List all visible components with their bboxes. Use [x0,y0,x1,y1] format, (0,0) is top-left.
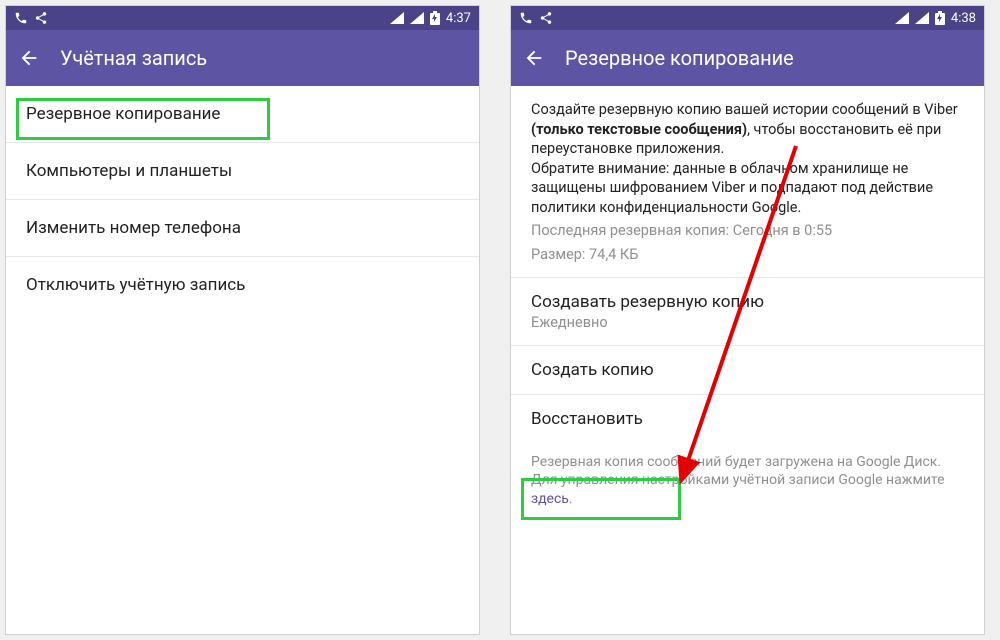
signal-icon [410,12,424,24]
back-icon[interactable] [523,47,545,69]
info-note: Обратите внимание: данные в облачном хра… [531,160,933,216]
battery-icon [430,11,440,25]
back-icon[interactable] [18,47,40,69]
signal-icon [895,12,909,24]
signal-icon [390,12,404,24]
share-icon [539,11,553,25]
phone-left: 4:37 Учётная запись Резервное копировани… [5,5,480,635]
item-backup[interactable]: Резервное копирование [6,86,479,143]
item-deactivate[interactable]: Отключить учётную запись [6,257,479,313]
battery-icon [935,11,945,25]
section-label: Создать копию [531,360,654,380]
header: Резервное копирование [511,30,984,86]
phone-icon [14,11,28,25]
section-value: Ежедневно [531,314,964,331]
item-label: Компьютеры и планшеты [26,161,232,181]
footer-prefix: Резервная копия сообщений будет загружен… [531,454,945,489]
section-label: Восстановить [531,409,643,429]
status-time: 4:37 [446,11,471,26]
item-label: Отключить учётную запись [26,275,245,295]
item-label: Резервное копирование [26,104,220,124]
info-text-bold: (только текстовые сообщения) [531,121,747,138]
header: Учётная запись [6,30,479,86]
page-title: Учётная запись [60,46,207,70]
footer-link[interactable]: здесь [531,491,569,507]
create-backup-schedule[interactable]: Создавать резервную копию Ежедневно [511,277,984,345]
create-copy[interactable]: Создать копию [511,345,984,394]
signal-icon [915,12,929,24]
last-backup: Последняя резервная копия: Сегодня в 0:5… [531,221,964,241]
item-label: Изменить номер телефона [26,218,241,238]
status-time: 4:38 [951,11,976,26]
phone-icon [519,11,533,25]
content: Резервное копирование Компьютеры и планш… [6,86,479,634]
backup-info: Создайте резервную копию вашей истории с… [511,86,984,277]
status-bar: 4:38 [511,6,984,30]
status-bar: 4:37 [6,6,479,30]
item-computers[interactable]: Компьютеры и планшеты [6,143,479,200]
section-label: Создавать резервную копию [531,292,964,312]
footer-suffix: . [569,491,573,507]
restore[interactable]: Восстановить [511,394,984,443]
item-change-number[interactable]: Изменить номер телефона [6,200,479,257]
phone-right: 4:38 Резервное копирование Создайте резе… [510,5,985,635]
backup-size: Размер: 74,4 КБ [531,245,964,265]
content: Создайте резервную копию вашей истории с… [511,86,984,634]
footer-note: Резервная копия сообщений будет загружен… [511,443,984,524]
share-icon [34,11,48,25]
info-text-prefix: Создайте резервную копию вашей истории с… [531,101,958,118]
page-title: Резервное копирование [565,46,794,70]
